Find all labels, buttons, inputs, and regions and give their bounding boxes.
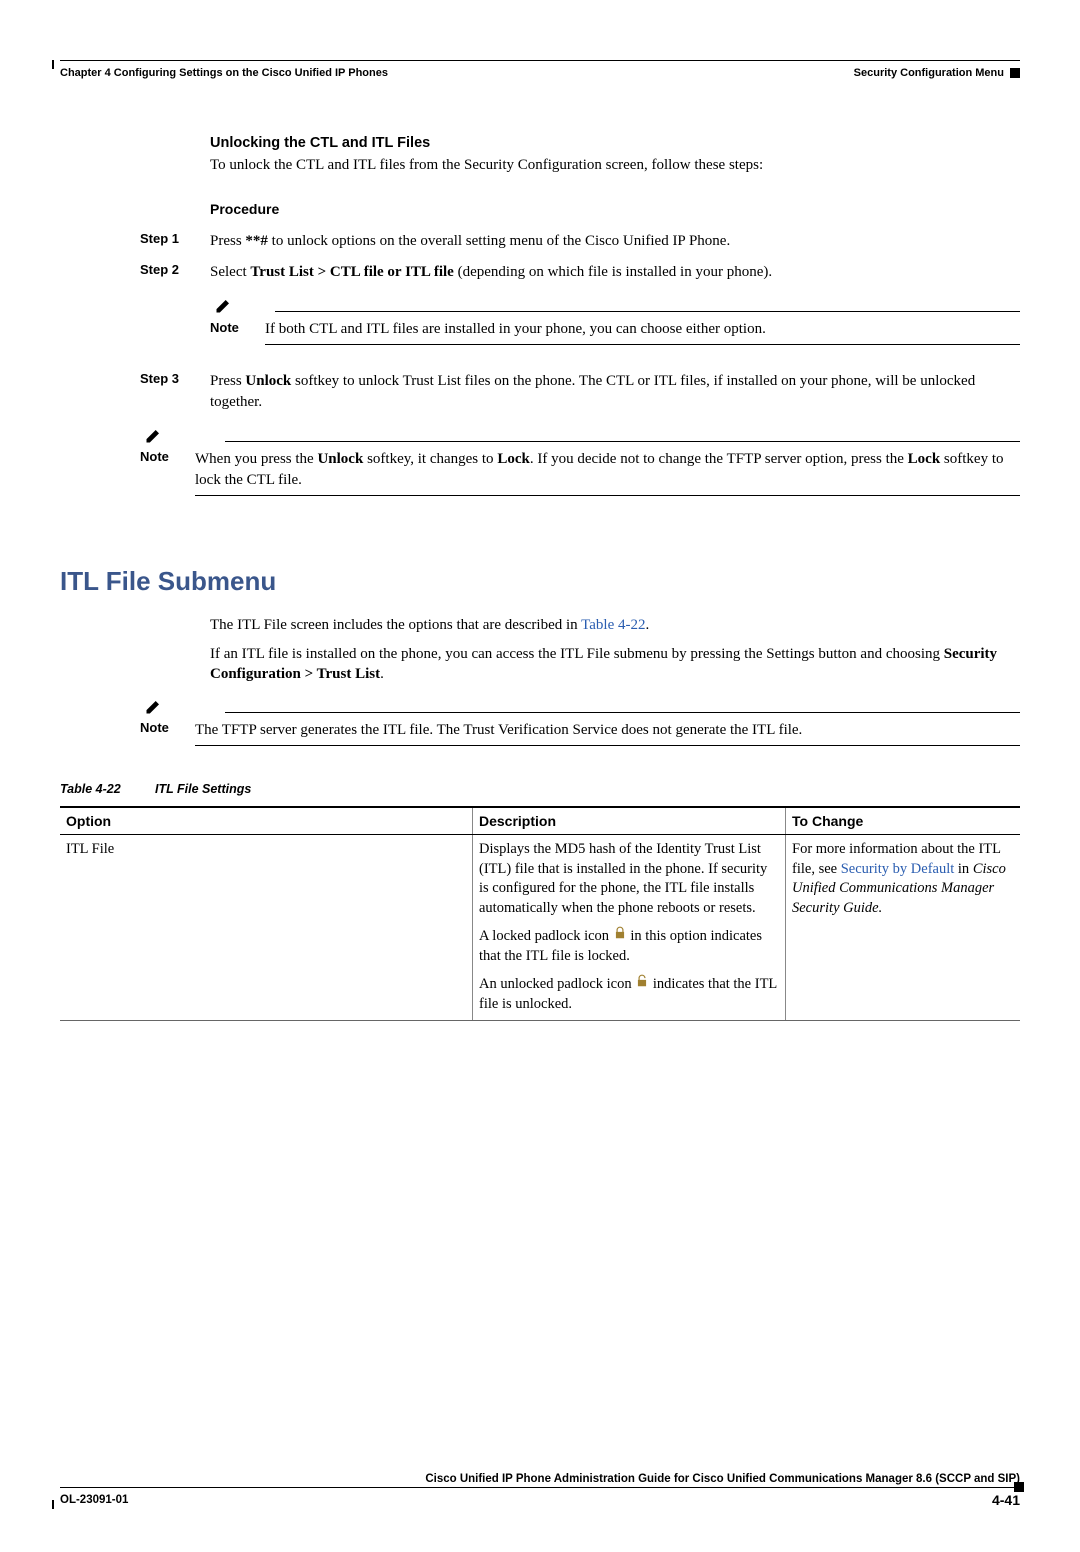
note-inner: Note If both CTL and ITL files are insta… bbox=[210, 295, 1020, 345]
breadcrumb: Chapter 4 Configuring Settings on the Ci… bbox=[60, 65, 1020, 85]
th-change: To Change bbox=[786, 807, 1021, 835]
step-2: Step 2 Select Trust List > CTL file or I… bbox=[140, 262, 1020, 353]
note-itl: Note The TFTP server generates the ITL f… bbox=[140, 696, 1020, 746]
th-option: Option bbox=[60, 807, 473, 835]
cell-option: ITL File bbox=[60, 835, 473, 1021]
note-icon bbox=[144, 425, 164, 445]
unlocking-intro: To unlock the CTL and ITL files from the… bbox=[210, 155, 1020, 175]
step-3: Step 3 Press Unlock softkey to unlock Tr… bbox=[140, 371, 1020, 413]
table-row: ITL File Displays the MD5 hash of the Id… bbox=[60, 835, 1020, 1021]
itl-p2: If an ITL file is installed on the phone… bbox=[210, 644, 1020, 685]
note-outer: Note When you press the Unlock softkey, … bbox=[140, 425, 1020, 496]
cell-change: For more information about the ITL file,… bbox=[786, 835, 1021, 1021]
footer-book-title: Cisco Unified IP Phone Administration Gu… bbox=[60, 1473, 1020, 1487]
note-icon bbox=[144, 696, 164, 716]
step-1: Step 1 Press **# to unlock options on th… bbox=[140, 231, 1020, 252]
section-label: Security Configuration Menu bbox=[854, 67, 1004, 79]
header-marker-icon bbox=[1010, 68, 1020, 78]
table-ref-link[interactable]: Table 4-22 bbox=[581, 617, 645, 633]
footer-docid: OL-23091-01 bbox=[60, 1494, 128, 1506]
page-number: 4-41 bbox=[992, 1492, 1020, 1508]
unlocked-padlock-icon bbox=[635, 974, 649, 988]
procedure-label: Procedure bbox=[210, 201, 1020, 217]
th-description: Description bbox=[473, 807, 786, 835]
itl-heading: ITL File Submenu bbox=[60, 566, 1020, 597]
note-icon bbox=[214, 295, 234, 315]
security-by-default-link[interactable]: Security by Default bbox=[841, 861, 955, 877]
itl-p1: The ITL File screen includes the options… bbox=[210, 615, 1020, 635]
itl-settings-table: Option Description To Change ITL File Di… bbox=[60, 806, 1020, 1021]
page-footer: Cisco Unified IP Phone Administration Gu… bbox=[60, 1473, 1020, 1508]
table-caption: Table 4-22ITL File Settings bbox=[60, 782, 1020, 796]
chapter-label: Chapter 4 Configuring Settings on the Ci… bbox=[60, 67, 388, 79]
unlocking-heading: Unlocking the CTL and ITL Files bbox=[210, 135, 1020, 151]
footer-marker-icon bbox=[1014, 1482, 1024, 1492]
locked-padlock-icon bbox=[613, 926, 627, 940]
cell-description: Displays the MD5 hash of the Identity Tr… bbox=[473, 835, 786, 1021]
